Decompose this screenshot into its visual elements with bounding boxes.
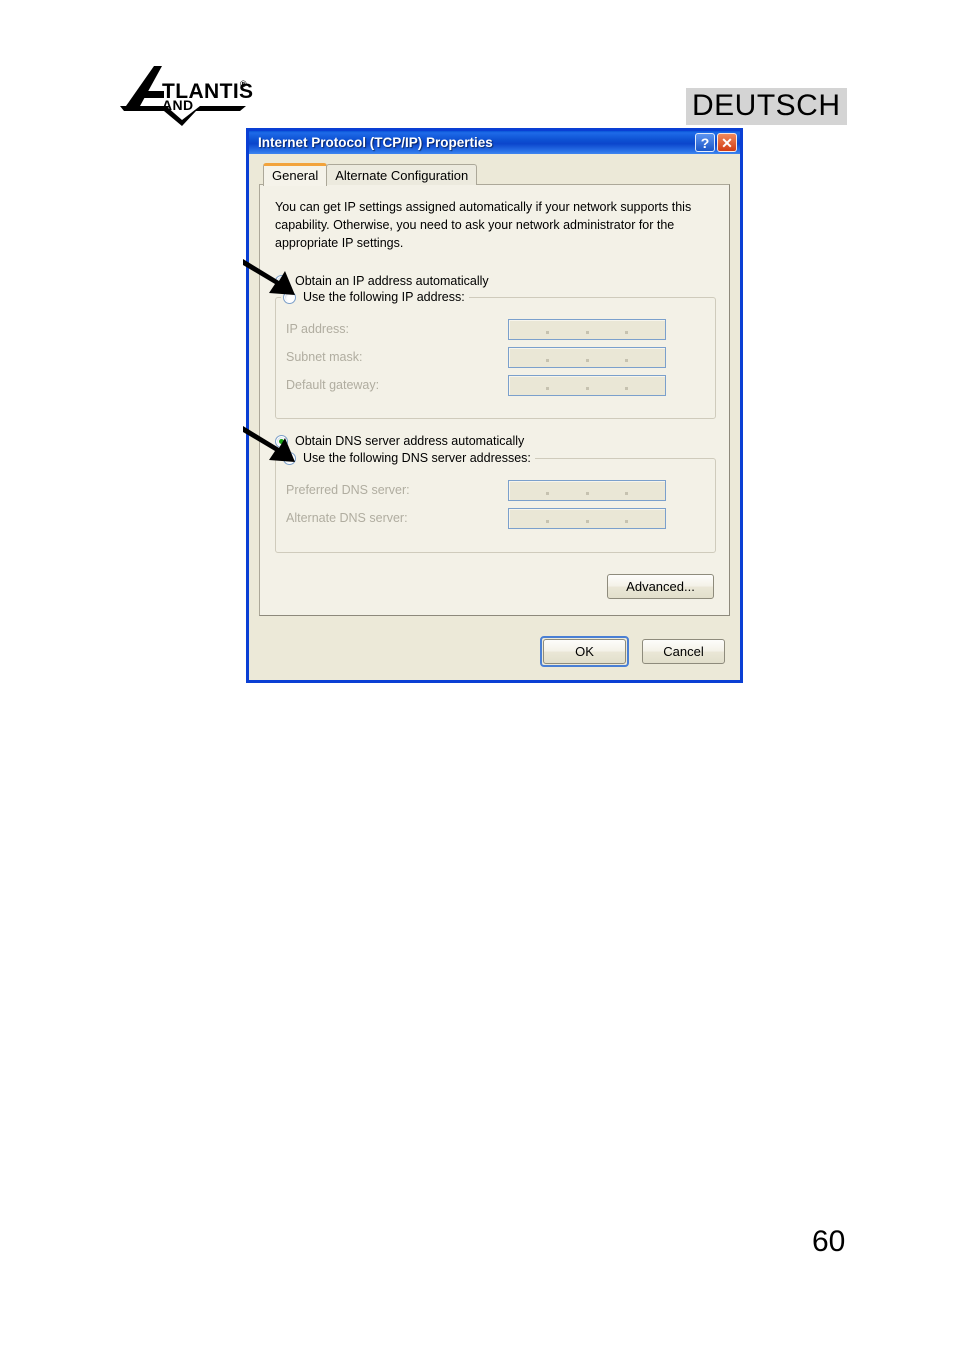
cancel-button-wrap: Cancel bbox=[639, 636, 728, 667]
intro-description: You can get IP settings assigned automat… bbox=[275, 200, 692, 251]
use-following-ip-legend[interactable]: Use the following IP address: bbox=[281, 289, 469, 306]
dialog-titlebar[interactable]: Internet Protocol (TCP/IP) Properties ? … bbox=[246, 128, 743, 154]
subnet-mask-row: Subnet mask: bbox=[286, 344, 705, 370]
ip-octet bbox=[628, 320, 665, 339]
ip-octet bbox=[549, 509, 586, 528]
ok-button[interactable]: OK bbox=[543, 639, 626, 664]
dialog-body: General Alternate Configuration You can … bbox=[249, 154, 740, 680]
radio-obtain-ip-automatically[interactable] bbox=[275, 274, 288, 288]
tabstrip: General Alternate Configuration bbox=[263, 163, 730, 186]
radio-use-following-ip[interactable] bbox=[283, 290, 296, 304]
ip-octet bbox=[589, 376, 626, 395]
obtain-dns-automatically-label: Obtain DNS server address automatically bbox=[295, 434, 525, 449]
use-following-ip-label: Use the following IP address: bbox=[303, 290, 465, 305]
alternate-dns-input[interactable] bbox=[508, 507, 666, 529]
ip-octet bbox=[589, 320, 626, 339]
alternate-dns-label: Alternate DNS server: bbox=[286, 511, 408, 526]
tab-general[interactable]: General bbox=[263, 163, 328, 186]
close-icon[interactable]: ✕ bbox=[717, 133, 737, 152]
ip-octet bbox=[549, 481, 586, 500]
tab-alternate-configuration[interactable]: Alternate Configuration bbox=[326, 164, 478, 185]
ip-octet bbox=[589, 348, 626, 367]
ok-button-default-ring: OK bbox=[540, 636, 629, 667]
dialog-button-bar: OK Cancel bbox=[249, 636, 740, 667]
svg-text:AND: AND bbox=[162, 97, 194, 113]
ip-octet bbox=[509, 376, 546, 395]
preferred-dns-row: Preferred DNS server: bbox=[286, 477, 705, 503]
help-icon[interactable]: ? bbox=[695, 133, 715, 152]
page-number: 60 bbox=[812, 1225, 846, 1258]
obtain-ip-automatically-row[interactable]: Obtain an IP address automatically bbox=[275, 274, 716, 288]
ip-octet bbox=[509, 348, 546, 367]
ip-octet bbox=[628, 348, 665, 367]
ip-octet bbox=[589, 509, 626, 528]
default-gateway-label: Default gateway: bbox=[286, 378, 380, 393]
obtain-dns-automatically-row[interactable]: Obtain DNS server address automatically bbox=[275, 434, 716, 448]
preferred-dns-label: Preferred DNS server: bbox=[286, 483, 410, 498]
ip-octet bbox=[549, 348, 586, 367]
subnet-mask-input[interactable] bbox=[508, 346, 666, 368]
ip-octet bbox=[549, 320, 586, 339]
ip-octet bbox=[549, 376, 586, 395]
default-gateway-row: Default gateway: bbox=[286, 372, 705, 398]
cancel-button[interactable]: Cancel bbox=[642, 639, 725, 664]
radio-use-following-dns[interactable] bbox=[283, 451, 296, 465]
ip-octet bbox=[628, 481, 665, 500]
ip-octet bbox=[628, 509, 665, 528]
ip-address-input[interactable] bbox=[508, 318, 666, 340]
atlantis-land-logo: TLANTIS ® AND bbox=[118, 62, 258, 134]
use-following-dns-label: Use the following DNS server addresses: bbox=[303, 451, 531, 466]
dialog-title: Internet Protocol (TCP/IP) Properties bbox=[258, 135, 493, 150]
subnet-mask-label: Subnet mask: bbox=[286, 350, 363, 365]
preferred-dns-input[interactable] bbox=[508, 479, 666, 501]
language-badge: DEUTSCH bbox=[686, 88, 847, 125]
ip-octet bbox=[589, 481, 626, 500]
static-dns-groupbox: Use the following DNS server addresses: … bbox=[275, 450, 716, 554]
tcpip-properties-dialog: General Alternate Configuration You can … bbox=[246, 128, 743, 683]
ip-octet bbox=[509, 320, 546, 339]
ip-address-row: IP address: bbox=[286, 316, 705, 342]
svg-text:®: ® bbox=[240, 79, 247, 89]
ip-octet bbox=[628, 376, 665, 395]
static-ip-groupbox: Use the following IP address: IP address… bbox=[275, 289, 716, 420]
default-gateway-input[interactable] bbox=[508, 374, 666, 396]
advanced-button-row: Advanced... bbox=[273, 574, 714, 600]
general-tab-panel: You can get IP settings assigned automat… bbox=[259, 184, 730, 616]
use-following-dns-legend[interactable]: Use the following DNS server addresses: bbox=[281, 450, 535, 467]
ip-octet bbox=[509, 481, 546, 500]
radio-obtain-dns-automatically[interactable] bbox=[275, 434, 288, 448]
ip-address-label: IP address: bbox=[286, 322, 350, 337]
advanced-button[interactable]: Advanced... bbox=[607, 574, 714, 600]
ip-octet bbox=[509, 509, 546, 528]
obtain-ip-automatically-label: Obtain an IP address automatically bbox=[295, 274, 489, 289]
alternate-dns-row: Alternate DNS server: bbox=[286, 505, 705, 531]
